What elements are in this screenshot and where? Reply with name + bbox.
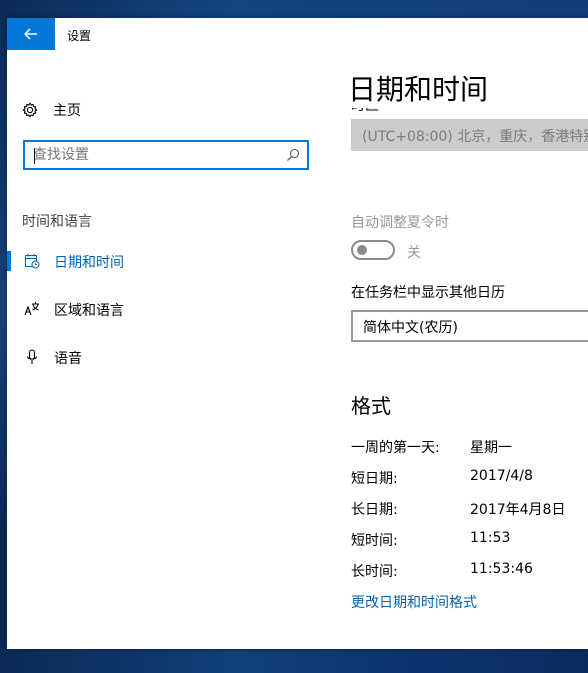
format-key: 一周的第一天:: [351, 440, 440, 456]
sidebar-item-label: 区域和语言: [54, 303, 124, 319]
search-icon[interactable]: [286, 148, 300, 162]
sidebar-item-region-language[interactable]: 区域和语言: [7, 291, 332, 327]
search-input[interactable]: [33, 145, 273, 165]
microphone-icon: [26, 349, 38, 364]
selection-indicator: [7, 251, 11, 271]
window-title: 设置: [67, 29, 92, 43]
format-row-short-date: 短日期: 2017/4/8: [351, 468, 588, 488]
settings-window: 设置 主页 时间和语言: [7, 18, 588, 649]
group-heading: 时间和语言: [22, 214, 92, 230]
toggle-knob: [357, 245, 367, 255]
format-key: 短时间:: [351, 533, 398, 549]
gear-icon: [22, 102, 38, 118]
back-button[interactable]: [7, 18, 55, 50]
sidebar: 主页 时间和语言 日期和时间: [7, 50, 332, 649]
calendar-dropdown[interactable]: 简体中文(农历): [351, 310, 588, 342]
dst-label: 自动调整夏令时: [351, 215, 449, 231]
text-cursor: [34, 148, 35, 164]
format-key: 长日期:: [351, 502, 398, 518]
change-format-link[interactable]: 更改日期和时间格式: [351, 592, 477, 612]
format-key: 短日期:: [351, 471, 398, 487]
dst-toggle[interactable]: [351, 240, 395, 260]
home-label: 主页: [53, 103, 81, 119]
format-heading: 格式: [351, 394, 391, 418]
language-icon: [24, 302, 39, 316]
format-value: 11:53:46: [470, 561, 533, 577]
sidebar-item-date-time[interactable]: 日期和时间: [7, 243, 332, 279]
format-value: 2017/4/8: [470, 468, 533, 484]
format-value: 11:53: [470, 530, 511, 546]
sidebar-item-label: 语音: [54, 351, 82, 367]
search-box[interactable]: [23, 140, 309, 170]
sidebar-item-label: 日期和时间: [54, 255, 124, 271]
format-key: 长时间:: [351, 564, 398, 580]
calendar-label: 在任务栏中显示其他日历: [351, 285, 505, 301]
format-value: 2017年4月8日: [470, 502, 566, 518]
back-arrow-icon: [24, 28, 37, 40]
format-row-short-time: 短时间: 11:53: [351, 530, 588, 550]
calendar-clock-icon: [25, 254, 40, 269]
title-bar: 设置: [7, 18, 588, 50]
format-row-first-day: 一周的第一天: 星期一: [351, 437, 588, 457]
format-value: 星期一: [470, 440, 512, 456]
main-content: 时区 (UTC+08:00) 北京，重庆，香港特别行政区，乌鲁木齐 日期和时间 …: [347, 50, 588, 649]
page-title: 日期和时间: [348, 72, 493, 108]
format-row-long-time: 长时间: 11:53:46: [351, 561, 588, 581]
timezone-dropdown[interactable]: (UTC+08:00) 北京，重庆，香港特别行政区，乌鲁木齐: [351, 119, 588, 151]
toggle-state-label: 关: [407, 245, 421, 261]
sidebar-item-home[interactable]: 主页: [22, 98, 81, 122]
sidebar-item-speech[interactable]: 语音: [7, 339, 332, 375]
format-row-long-date: 长日期: 2017年4月8日: [351, 499, 588, 519]
